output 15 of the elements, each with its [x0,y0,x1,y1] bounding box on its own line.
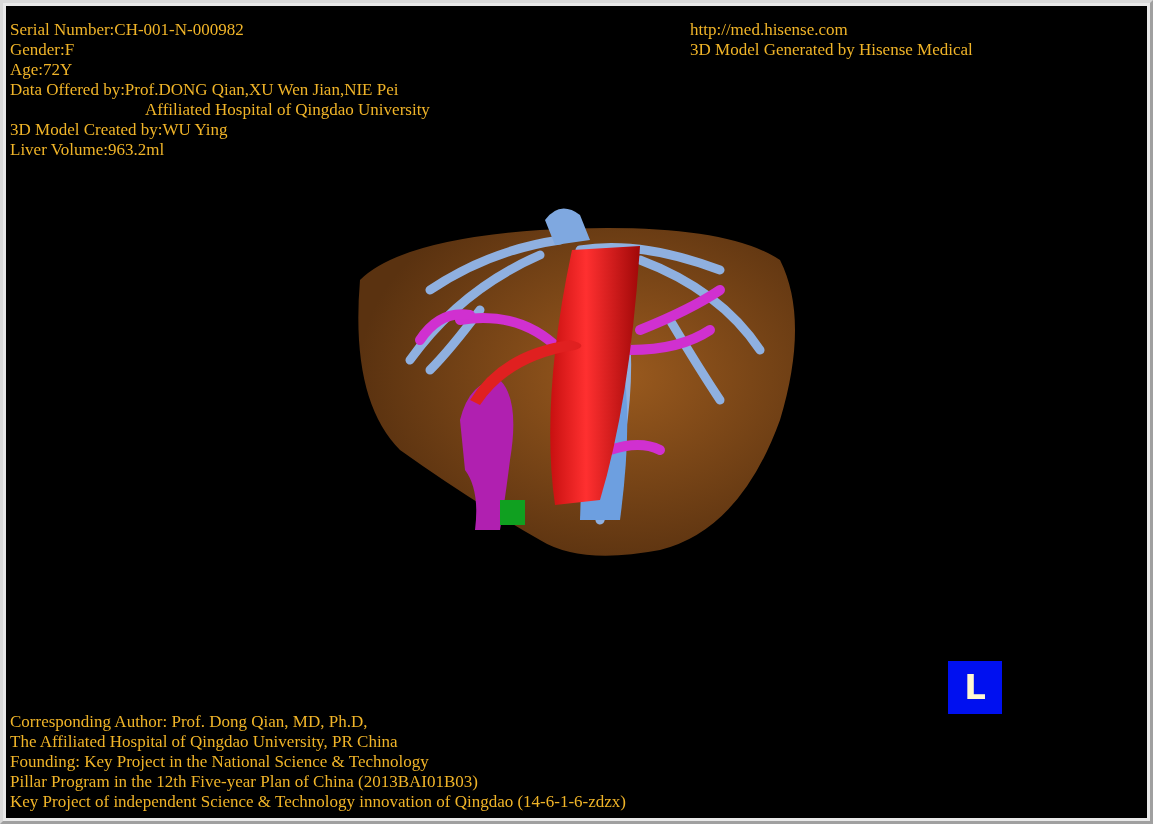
orientation-marker: L [948,661,1002,714]
info-line: Age:72Y [10,60,73,80]
info-line: Liver Volume:963.2ml [10,140,165,160]
credit-line: Pillar Program in the 12th Five-year Plan of China (2013BAI01B03) [10,772,478,792]
info-line: http://med.hisense.com [690,20,848,40]
credit-line: The Affiliated Hospital of Qingdao University, PR China [10,732,398,752]
info-line: 3D Model Generated by Hisense Medical [690,40,973,60]
info-line: Serial Number:CH-001-N-000982 [10,20,244,40]
credit-line: Founding: Key Project in the National Science & Technology [10,752,429,772]
info-line: Gender:F [10,40,75,60]
info-line: 3D Model Created by:WU Ying [10,120,228,140]
info-line: Data Offered by:Prof.DONG Qian,XU Wen Jian,NIE Pei [10,80,399,100]
credit-line: Corresponding Author: Prof. Dong Qian, MD, Ph.D, [10,712,368,732]
info-line: Affiliated Hospital of Qingdao University [144,100,430,120]
credit-line: Key Project of independent Science & Technology innovation of Qingdao (14-6-1-6-zdzx) [10,792,626,812]
